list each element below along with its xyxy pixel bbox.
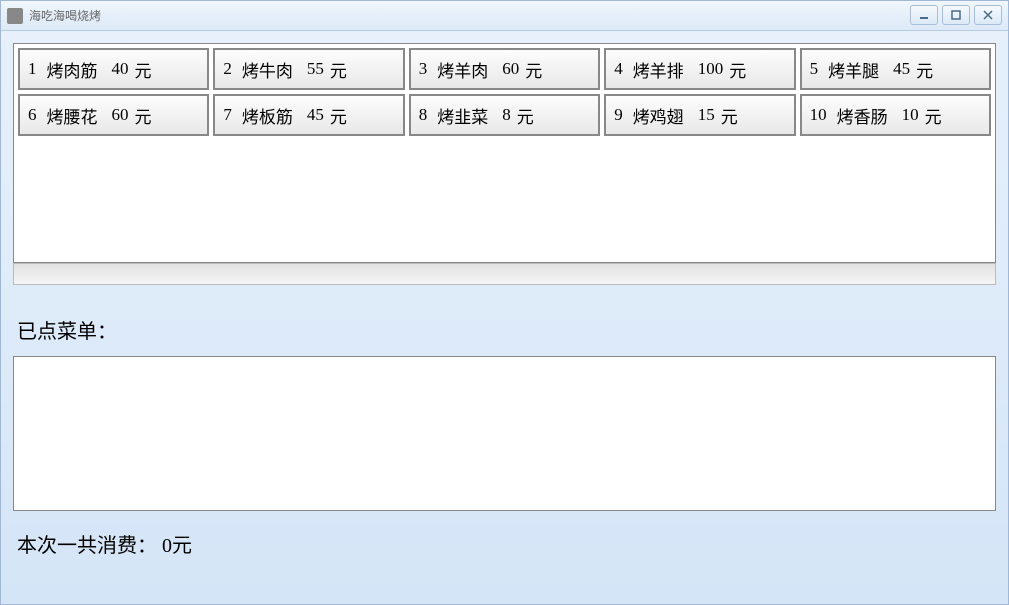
app-icon bbox=[7, 8, 23, 24]
menu-item[interactable]: 6 烤腰花 60 元 bbox=[18, 94, 209, 136]
minimize-icon bbox=[918, 9, 930, 21]
total-unit: 元 bbox=[172, 535, 192, 557]
app-window: 海吃海喝烧烤 1烤肉筋40元2烤牛肉55元3烤羊肉60元4烤羊排100元5烤羊腿… bbox=[0, 0, 1009, 605]
menu-item-index: 3 bbox=[419, 59, 428, 79]
menu-item-price: 45 bbox=[893, 59, 910, 79]
menu-item-price: 55 bbox=[307, 59, 324, 79]
menu-item-price: 15 bbox=[698, 105, 715, 125]
menu-item[interactable]: 7 烤板筋 45 元 bbox=[213, 94, 404, 136]
menu-item-index: 10 bbox=[810, 105, 827, 125]
menu-item-unit: 元 bbox=[916, 57, 933, 82]
titlebar: 海吃海喝烧烤 bbox=[1, 1, 1008, 31]
menu-item-name: 烤羊腿 bbox=[828, 57, 879, 82]
total-prefix: 本次一共消费： bbox=[17, 535, 157, 557]
minimize-button[interactable] bbox=[910, 5, 938, 25]
menu-item-name: 烤香肠 bbox=[837, 103, 888, 128]
menu-item-name: 烤鸡翅 bbox=[633, 103, 684, 128]
ordered-label: 已点菜单： bbox=[13, 285, 996, 356]
menu-item[interactable]: 4 烤羊排 100元 bbox=[604, 48, 795, 90]
menu-item-index: 5 bbox=[810, 59, 819, 79]
menu-item[interactable]: 10 烤香肠 10 元 bbox=[800, 94, 991, 136]
window-title: 海吃海喝烧烤 bbox=[29, 7, 101, 24]
divider-bar bbox=[13, 263, 996, 285]
menu-item-price: 60 bbox=[502, 59, 519, 79]
menu-item-unit: 元 bbox=[330, 103, 347, 128]
total-amount: 0 bbox=[162, 535, 172, 557]
total-line: 本次一共消费： 0元 bbox=[13, 511, 996, 564]
menu-item-unit: 元 bbox=[525, 57, 542, 82]
menu-item-unit: 元 bbox=[517, 103, 534, 128]
menu-item-unit: 元 bbox=[135, 103, 152, 128]
menu-item-name: 烤牛肉 bbox=[242, 57, 293, 82]
maximize-icon bbox=[950, 9, 962, 21]
menu-item[interactable]: 3 烤羊肉 60 元 bbox=[409, 48, 600, 90]
window-controls bbox=[910, 5, 1002, 25]
menu-item-index: 1 bbox=[28, 59, 37, 79]
menu-item-price: 45 bbox=[307, 105, 324, 125]
menu-item[interactable]: 8烤韭菜8元 bbox=[409, 94, 600, 136]
menu-item-name: 烤肉筋 bbox=[47, 57, 98, 82]
menu-item-unit: 元 bbox=[729, 57, 746, 82]
ordered-panel bbox=[13, 356, 996, 511]
menu-item-name: 烤韭菜 bbox=[437, 103, 488, 128]
close-icon bbox=[982, 9, 994, 21]
menu-item[interactable]: 1 烤肉筋 40 元 bbox=[18, 48, 209, 90]
menu-item-price: 10 bbox=[902, 105, 919, 125]
menu-item-unit: 元 bbox=[925, 103, 942, 128]
menu-item-name: 烤羊排 bbox=[633, 57, 684, 82]
menu-item-index: 4 bbox=[614, 59, 623, 79]
menu-item-name: 烤板筋 bbox=[242, 103, 293, 128]
content-area: 1烤肉筋40元2烤牛肉55元3烤羊肉60元4烤羊排100元5烤羊腿45元6烤腰花… bbox=[1, 31, 1008, 604]
menu-item-name: 烤腰花 bbox=[47, 103, 98, 128]
menu-item-index: 2 bbox=[223, 59, 232, 79]
menu-item-unit: 元 bbox=[330, 57, 347, 82]
menu-item-index: 8 bbox=[419, 105, 428, 125]
menu-grid: 1烤肉筋40元2烤牛肉55元3烤羊肉60元4烤羊排100元5烤羊腿45元6烤腰花… bbox=[18, 48, 991, 136]
menu-item-index: 6 bbox=[28, 105, 37, 125]
menu-item-name: 烤羊肉 bbox=[437, 57, 488, 82]
menu-item-price: 60 bbox=[112, 105, 129, 125]
menu-item-price: 40 bbox=[112, 59, 129, 79]
menu-item-price: 100 bbox=[698, 59, 724, 79]
menu-item-price: 8 bbox=[502, 105, 511, 125]
menu-item-index: 7 bbox=[223, 105, 232, 125]
menu-panel: 1烤肉筋40元2烤牛肉55元3烤羊肉60元4烤羊排100元5烤羊腿45元6烤腰花… bbox=[13, 43, 996, 263]
menu-item-unit: 元 bbox=[135, 57, 152, 82]
close-button[interactable] bbox=[974, 5, 1002, 25]
menu-item[interactable]: 5 烤羊腿 45 元 bbox=[800, 48, 991, 90]
menu-item-unit: 元 bbox=[721, 103, 738, 128]
menu-item-index: 9 bbox=[614, 105, 623, 125]
menu-item[interactable]: 9 烤鸡翅 15 元 bbox=[604, 94, 795, 136]
menu-item[interactable]: 2 烤牛肉 55 元 bbox=[213, 48, 404, 90]
maximize-button[interactable] bbox=[942, 5, 970, 25]
